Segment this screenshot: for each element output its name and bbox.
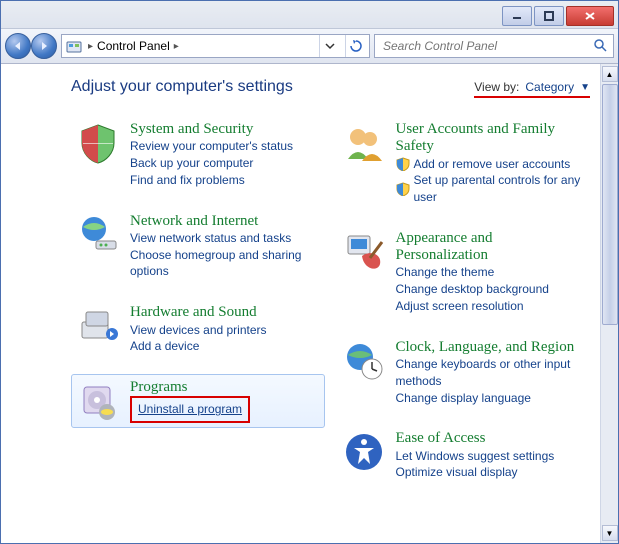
control-panel-icon	[66, 38, 82, 54]
subtask-link[interactable]: Add a device	[130, 338, 320, 355]
category-title[interactable]: Appearance and Personalization	[396, 230, 586, 265]
scroll-down-button[interactable]: ▼	[602, 525, 618, 541]
chevron-right-icon: ▸	[88, 41, 93, 52]
subtask-link[interactable]: Back up your computer	[130, 155, 320, 172]
subtask-link[interactable]: Set up parental controls for any user	[414, 172, 586, 206]
subtask-link[interactable]: Add or remove user accounts	[414, 156, 571, 173]
category-appearance[interactable]: Appearance and Personalization Change th…	[337, 225, 591, 320]
chevron-down-icon: ▼	[580, 82, 590, 93]
subtask-link[interactable]: Change keyboards or other input methods	[396, 356, 586, 390]
hardware-sound-icon	[76, 304, 120, 348]
close-button[interactable]	[566, 6, 614, 26]
category-ease-of-access[interactable]: Ease of Access Let Windows suggest setti…	[337, 425, 591, 486]
highlighted-subtask: Uninstall a program	[130, 396, 250, 423]
breadcrumb[interactable]: ▸ Control Panel ▸	[88, 39, 313, 53]
page-title: Adjust your computer's settings	[71, 78, 293, 96]
titlebar	[1, 1, 618, 29]
category-network-internet[interactable]: Network and Internet View network status…	[71, 208, 325, 286]
back-button[interactable]	[5, 33, 31, 59]
subtask-link[interactable]: Change desktop background	[396, 281, 586, 298]
forward-button[interactable]	[31, 33, 57, 59]
programs-icon	[76, 379, 120, 423]
vertical-scrollbar[interactable]: ▲ ▼	[600, 64, 618, 543]
category-hardware-sound[interactable]: Hardware and Sound View devices and prin…	[71, 299, 325, 360]
category-title[interactable]: Network and Internet	[130, 213, 320, 230]
scroll-up-button[interactable]: ▲	[602, 66, 618, 82]
search-box[interactable]	[374, 34, 614, 58]
minimize-button[interactable]	[502, 6, 532, 26]
category-title[interactable]: Clock, Language, and Region	[396, 339, 586, 356]
address-bar[interactable]: ▸ Control Panel ▸	[61, 34, 370, 58]
subtask-link[interactable]: Review your computer's status	[130, 138, 320, 155]
category-system-security[interactable]: System and Security Review your computer…	[71, 116, 325, 194]
subtask-link[interactable]: Optimize visual display	[396, 464, 586, 481]
chevron-right-icon: ▸	[174, 41, 179, 52]
appearance-icon	[342, 230, 386, 274]
subtask-link[interactable]: Change the theme	[396, 264, 586, 281]
subtask-link[interactable]: View network status and tasks	[130, 230, 320, 247]
scroll-track[interactable]	[602, 84, 618, 523]
category-programs[interactable]: Programs Uninstall a program	[71, 374, 325, 428]
view-by-value: Category	[525, 80, 574, 94]
address-dropdown-button[interactable]	[319, 35, 339, 57]
scroll-thumb[interactable]	[602, 84, 618, 325]
subtask-link[interactable]: Let Windows suggest settings	[396, 448, 586, 465]
shield-icon	[396, 157, 410, 171]
category-title[interactable]: User Accounts and Family Safety	[396, 121, 586, 156]
subtask-link[interactable]: Change display language	[396, 390, 586, 407]
subtask-link[interactable]: Choose homegroup and sharing options	[130, 247, 320, 281]
search-input[interactable]	[381, 38, 593, 54]
window-frame: ▸ Control Panel ▸ Adjust your computer's…	[0, 0, 619, 544]
ease-of-access-icon	[342, 430, 386, 474]
shield-icon	[396, 182, 410, 196]
subtask-link[interactable]: View devices and printers	[130, 322, 320, 339]
content-area: Adjust your computer's settings View by:…	[1, 64, 600, 543]
uninstall-program-link[interactable]: Uninstall a program	[138, 401, 242, 418]
subtask-link[interactable]: Find and fix problems	[130, 172, 320, 189]
category-title[interactable]: Ease of Access	[396, 430, 586, 447]
category-title[interactable]: Hardware and Sound	[130, 304, 320, 321]
search-icon[interactable]	[593, 38, 607, 55]
refresh-button[interactable]	[345, 35, 365, 57]
category-title[interactable]: Programs	[130, 379, 320, 396]
view-by-selector[interactable]: View by: Category ▼	[474, 80, 590, 98]
right-column: User Accounts and Family Safety Add or r…	[337, 116, 591, 486]
category-title[interactable]: System and Security	[130, 121, 320, 138]
category-user-accounts[interactable]: User Accounts and Family Safety Add or r…	[337, 116, 591, 211]
view-by-label: View by:	[474, 80, 519, 94]
subtask-link[interactable]: Adjust screen resolution	[396, 298, 586, 315]
left-column: System and Security Review your computer…	[71, 116, 325, 486]
breadcrumb-text: Control Panel	[97, 39, 170, 53]
network-internet-icon	[76, 213, 120, 257]
user-accounts-icon	[342, 121, 386, 165]
clock-language-icon	[342, 339, 386, 383]
navbar: ▸ Control Panel ▸	[1, 29, 618, 64]
maximize-button[interactable]	[534, 6, 564, 26]
system-security-icon	[76, 121, 120, 165]
nav-arrows	[5, 33, 57, 59]
category-clock-language-region[interactable]: Clock, Language, and Region Change keybo…	[337, 334, 591, 412]
